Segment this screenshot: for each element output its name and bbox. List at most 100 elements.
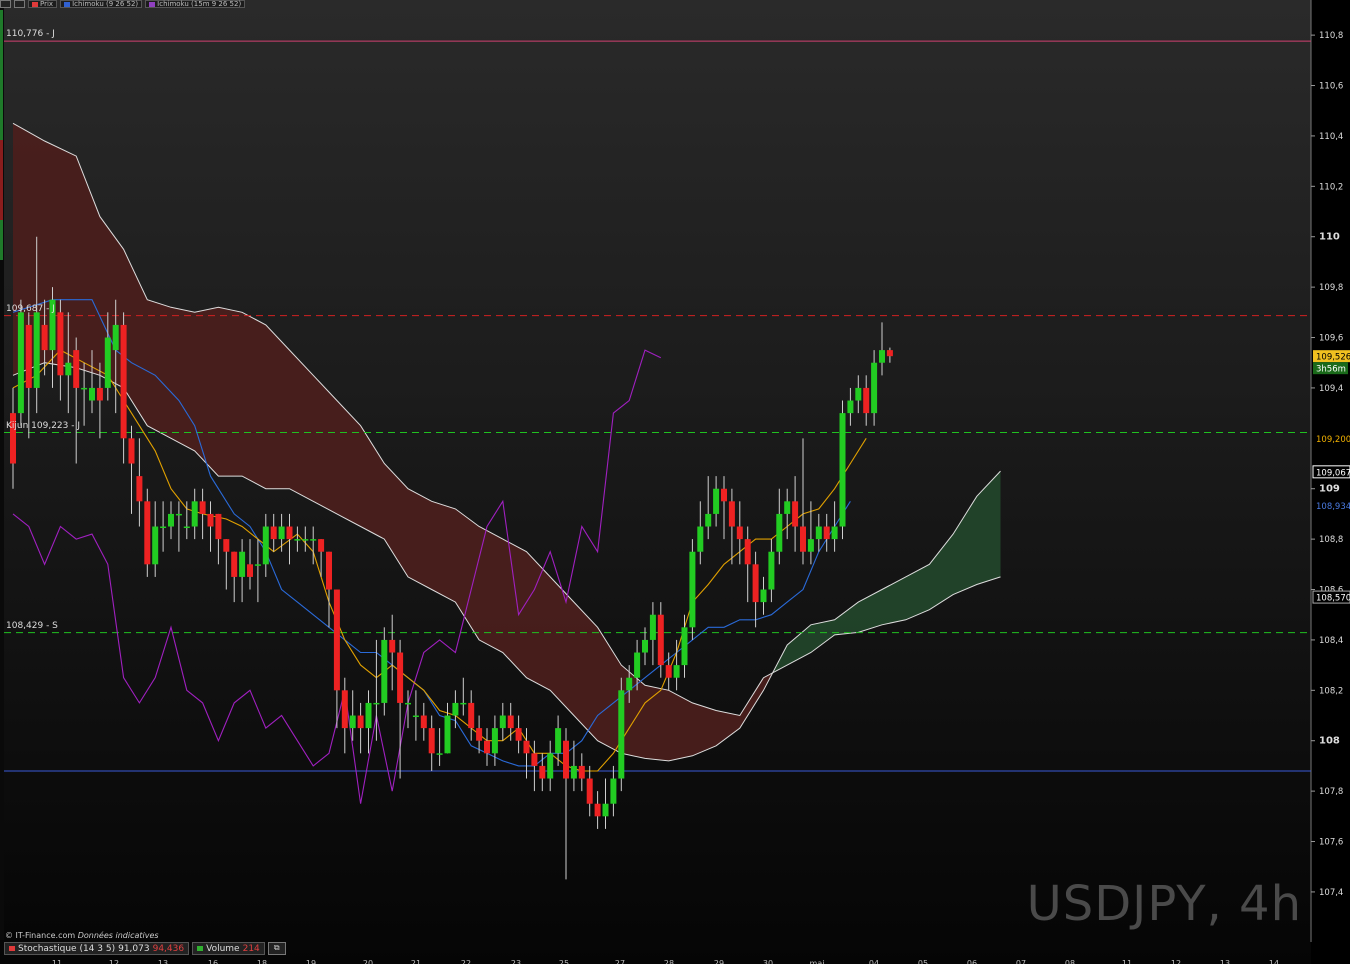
legend-price[interactable]: Prix (28, 0, 58, 8)
candle-body-73 (586, 778, 593, 804)
legend-ichimoku-label: Ichimoku (9 26 52) (72, 0, 139, 8)
candle-body-90 (721, 488, 727, 502)
candle-body-71 (570, 765, 577, 779)
candle-body-81 (649, 614, 656, 640)
price-axis-bg (1311, 0, 1350, 964)
candle-body-47 (381, 639, 388, 703)
legend-ichimoku-15m[interactable]: Ichimoku (15m 9 26 52) (145, 0, 246, 8)
y-tick-label-8: 109 (1319, 484, 1340, 495)
legend-ichimoku-15m-swatch (149, 1, 156, 7)
candle-body-21 (175, 513, 182, 516)
candle-body-18 (152, 526, 159, 565)
candle-body-101 (807, 539, 814, 552)
candle-body-11 (96, 387, 103, 401)
chart-window: 110,8 110,6 110,4 110,2 110 109,8 109,6 109,4 10… (0, 0, 1350, 964)
candle-body-3 (33, 312, 40, 388)
x-tick-label-18: 06 (967, 959, 977, 964)
x-tick-label-23: 13 (1220, 959, 1230, 964)
x-tick-label-17: 05 (918, 959, 928, 964)
candle-body-12 (104, 337, 111, 388)
x-tick-label-19: 07 (1016, 959, 1026, 964)
candle-body-9 (81, 387, 88, 390)
candle-body-26 (215, 513, 222, 540)
candle-body-105 (839, 413, 846, 527)
source-disclaimer: Données indicatives (77, 931, 159, 940)
y-tick-label-3: 110,2 (1319, 182, 1343, 192)
x-tick-label-10: 25 (559, 959, 569, 964)
price-tag-tenkan: 109,200 (1316, 435, 1350, 445)
price-tag-kijun: 109,067 (1316, 468, 1350, 478)
x-tick-label-7: 21 (411, 959, 421, 964)
candle-body-14 (120, 324, 127, 439)
x-tick-label-22: 12 (1171, 959, 1181, 964)
candle-body-92 (736, 526, 743, 540)
stochastic-tab[interactable]: Stochastique (14 3 5) 91,073 94,436 (4, 942, 190, 955)
candle-body-78 (626, 677, 633, 691)
legend-price-label: Prix (40, 0, 54, 8)
candle-body-91 (728, 501, 735, 527)
candle-body-76 (610, 778, 617, 804)
candle-body-88 (705, 513, 712, 527)
candle-body-74 (594, 803, 601, 817)
candle-body-15 (128, 438, 135, 464)
y-tick-label-1: 110,6 (1319, 82, 1343, 92)
candle-body-51 (412, 715, 419, 718)
candle-body-94 (752, 564, 759, 603)
legend-ichimoku-swatch (64, 1, 71, 7)
candle-body-42 (341, 690, 348, 729)
x-tick-label-14: 30 (763, 959, 773, 964)
stochastic-swatch (9, 946, 15, 951)
y-tick-label-5: 109,8 (1319, 283, 1343, 293)
candle-body-43 (349, 715, 356, 729)
candle-body-82 (657, 614, 664, 666)
x-tick-label-13: 29 (714, 959, 724, 964)
candle-body-33 (270, 526, 277, 540)
x-tick-label-8: 22 (461, 959, 471, 964)
y-tick-label-9: 108,8 (1319, 535, 1343, 545)
candle-body-65 (523, 740, 530, 754)
x-tick-label-4: 18 (257, 959, 267, 964)
candle-body-20 (168, 513, 174, 527)
level-label-1: 109,687 - J (6, 303, 55, 314)
candle-body-30 (247, 564, 253, 577)
candle-body-104 (831, 526, 838, 540)
candle-body-32 (262, 526, 269, 565)
candle-body-24 (199, 501, 206, 514)
candle-body-19 (160, 526, 167, 529)
candle-body-38 (310, 539, 317, 541)
menu-icon[interactable] (0, 0, 11, 8)
candle-body-96 (768, 551, 775, 590)
volume-label: Volume (206, 943, 240, 954)
left-edge-marker-red (0, 140, 3, 220)
candle-body-8 (73, 350, 80, 388)
legend-ichimoku-15m-label: Ichimoku (15m 9 26 52) (157, 0, 242, 8)
candle-body-66 (531, 753, 538, 766)
legend-price-swatch (32, 1, 38, 7)
x-tick-label-16: 04 (869, 959, 879, 964)
candle-body-55 (444, 715, 451, 754)
x-tick-label-1: 12 (109, 959, 119, 964)
x-tick-label-6: 20 (363, 959, 373, 964)
candle-body-103 (823, 526, 830, 540)
settings-icon[interactable] (14, 0, 25, 8)
candle-body-25 (207, 513, 214, 527)
candle-body-110 (879, 350, 885, 363)
volume-tab[interactable]: Volume 214 (192, 942, 265, 955)
stochastic-label: Stochastique (14 3 5) (18, 943, 116, 954)
x-tick-label-0: 11 (52, 959, 62, 964)
left-edge-marker-green (0, 10, 3, 260)
candle-body-37 (302, 539, 309, 541)
candle-body-41 (333, 589, 340, 691)
expand-panel-icon[interactable]: ⧉ (267, 942, 286, 955)
candle-body-40 (326, 551, 332, 590)
candle-body-62 (499, 715, 506, 729)
y-tick-label-13: 108 (1319, 736, 1340, 747)
candle-body-50 (405, 702, 411, 705)
candle-body-99 (792, 501, 799, 527)
legend-ichimoku[interactable]: Ichimoku (9 26 52) (60, 0, 143, 8)
y-tick-label-7: 109,4 (1319, 384, 1343, 394)
x-tick-label-20: 08 (1065, 959, 1075, 964)
candle-body-59 (476, 728, 483, 741)
price-chart[interactable]: 110,8 110,6 110,4 110,2 110 109,8 109,6 109,4 10… (0, 0, 1350, 964)
source-brand: © IT-Finance.com (5, 931, 76, 940)
